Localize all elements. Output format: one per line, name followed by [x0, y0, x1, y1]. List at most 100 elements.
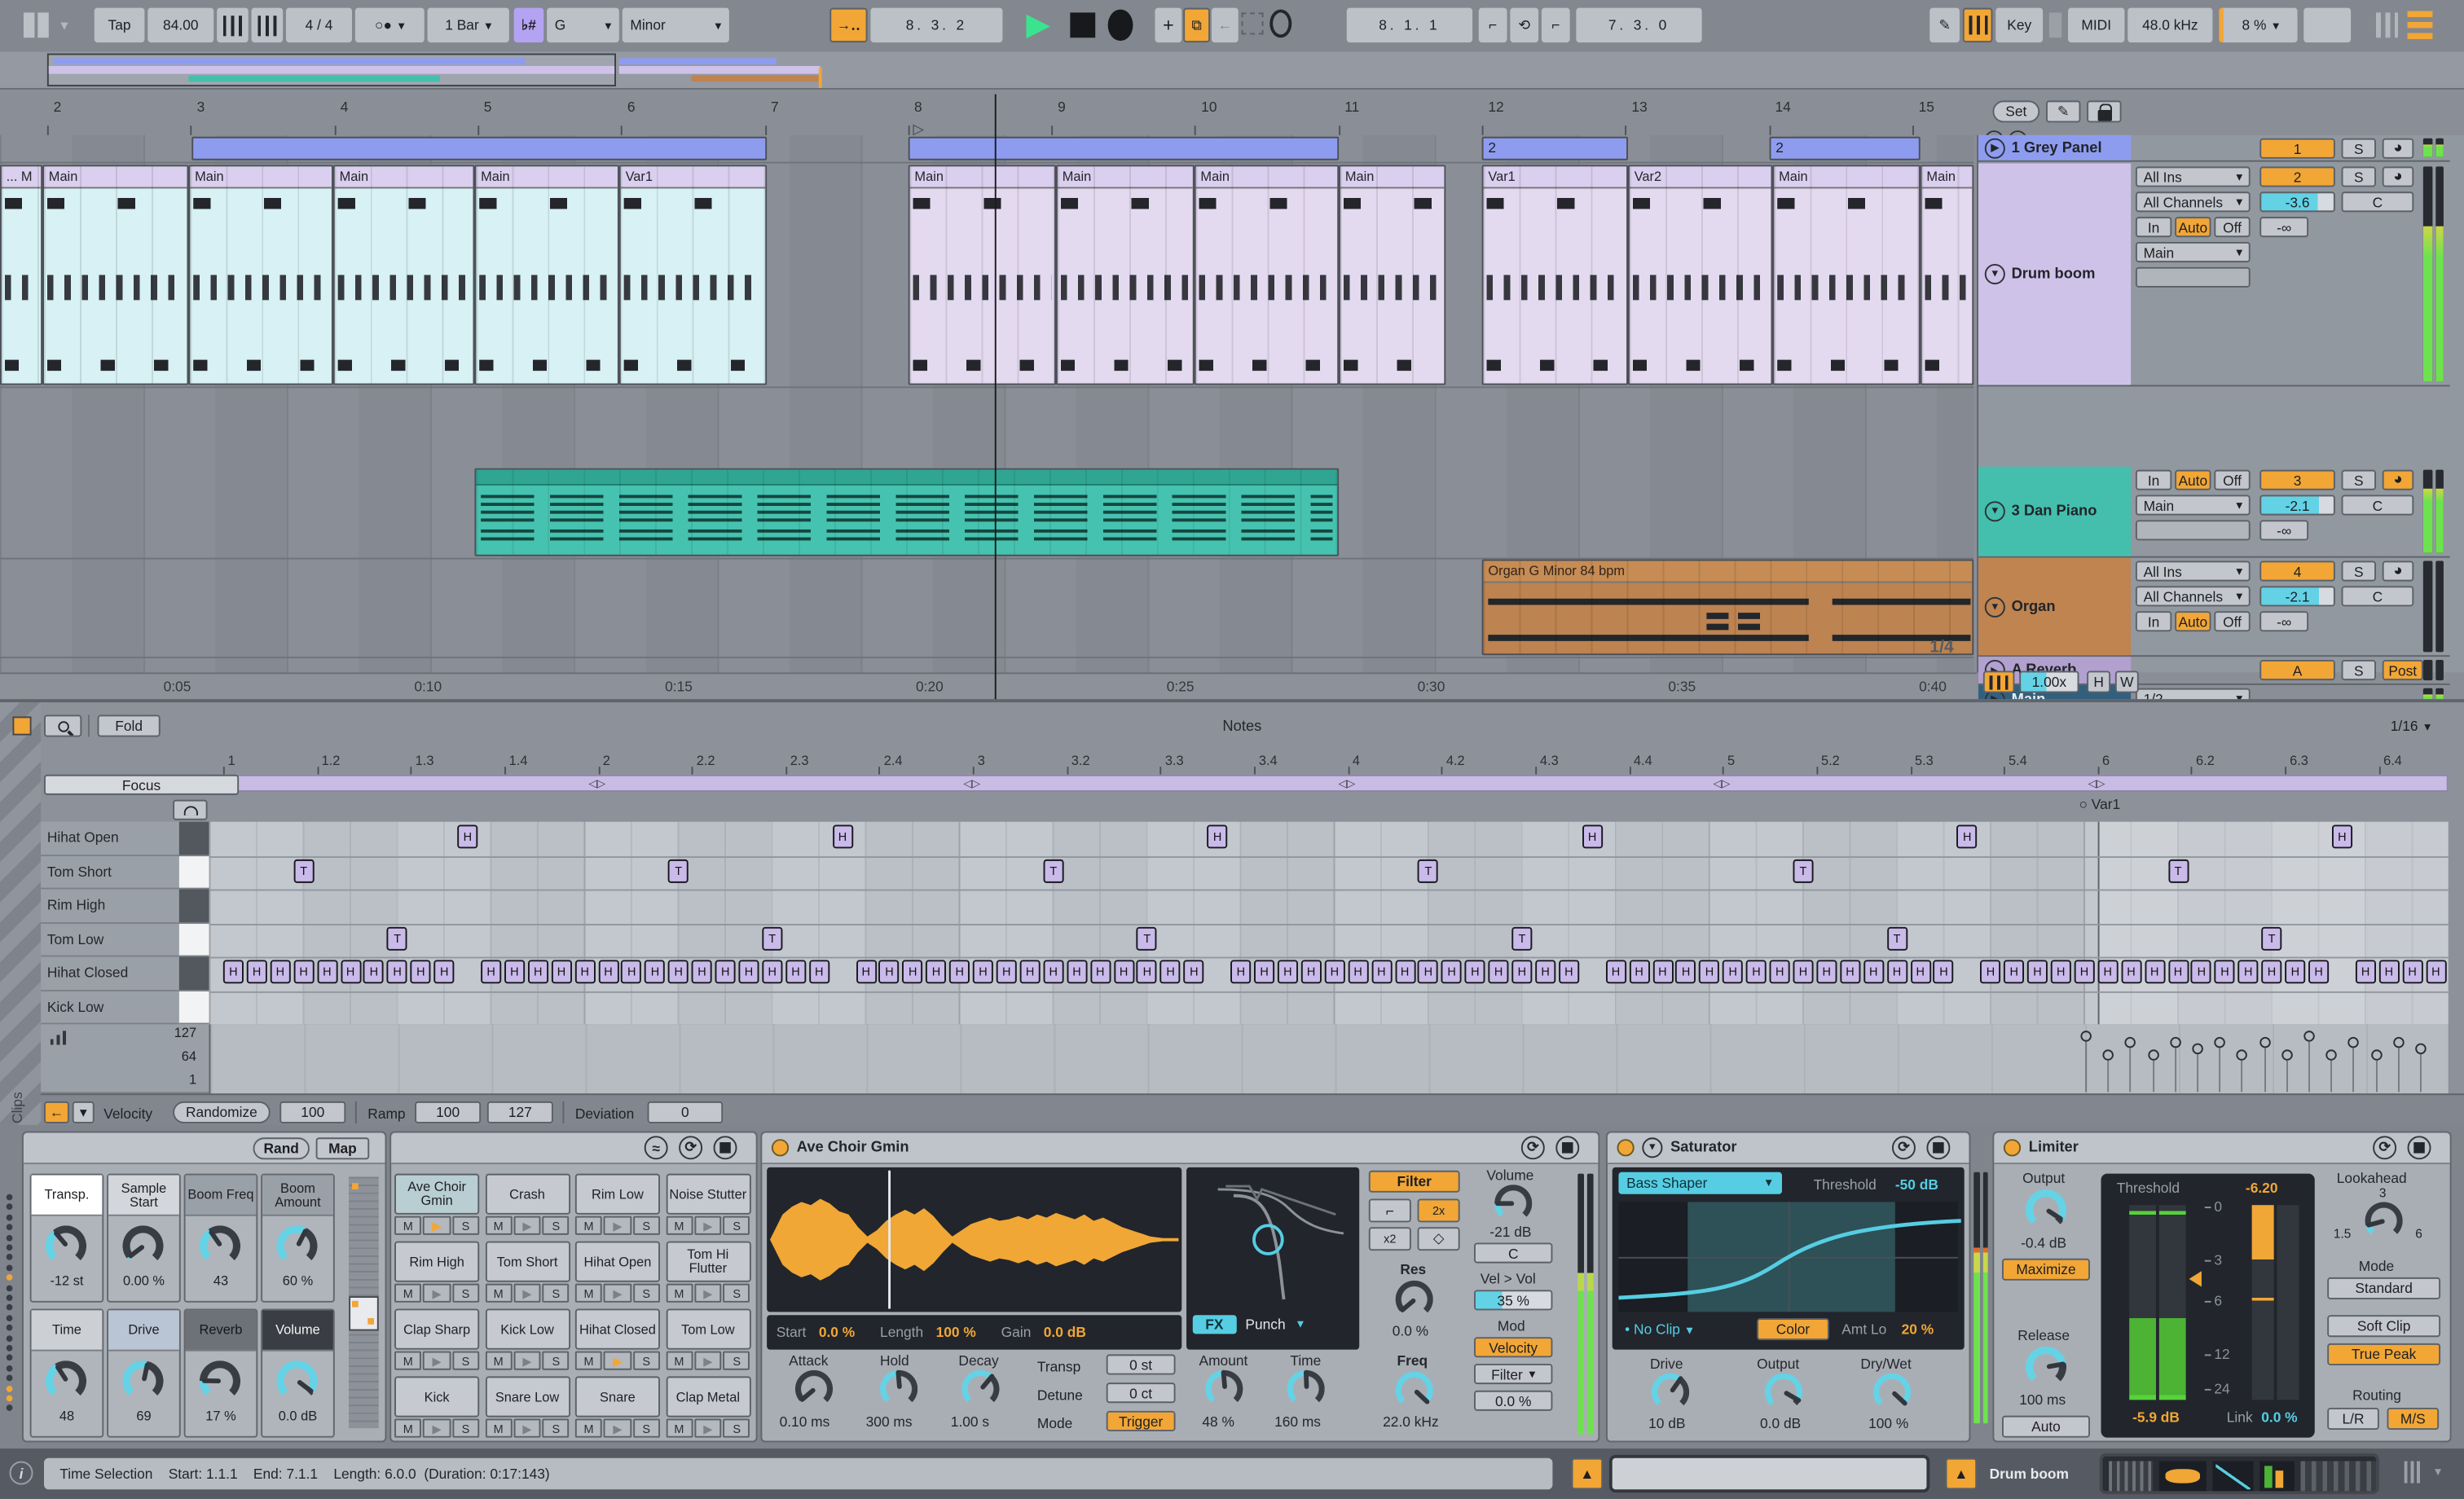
midi-note[interactable]: H — [2120, 960, 2142, 984]
key-map-button[interactable]: Key — [1995, 7, 2044, 43]
clip-drum-boom[interactable]: Var1 — [618, 165, 768, 385]
pad-solo-button[interactable]: S — [723, 1418, 750, 1438]
midi-note[interactable]: H — [621, 960, 642, 984]
midi-note[interactable]: H — [949, 960, 970, 984]
pad-play-button[interactable]: ▶ — [423, 1351, 451, 1370]
pad-mute-button[interactable]: M — [484, 1418, 513, 1438]
midi-note[interactable]: H — [410, 960, 431, 984]
pad-mute-button[interactable]: M — [394, 1215, 422, 1235]
midi-note[interactable]: H — [2167, 960, 2189, 984]
link-value[interactable]: 0.0 % — [2261, 1409, 2297, 1425]
midi-note[interactable]: H — [1207, 824, 1228, 849]
lock-envelopes-button[interactable] — [2087, 100, 2122, 123]
pad-play-button[interactable]: ▶ — [423, 1283, 451, 1303]
pad-overview-grid[interactable] — [349, 1176, 379, 1429]
loop-marker-icon[interactable]: ◁▷ — [1714, 778, 1731, 791]
midi-note[interactable]: H — [2378, 960, 2400, 984]
tempo-field[interactable]: 84.00 — [147, 7, 214, 43]
tap-tempo-button[interactable]: Tap — [94, 7, 145, 43]
solo-button[interactable]: S — [2341, 138, 2376, 159]
device-activator-led[interactable] — [2003, 1139, 2022, 1157]
solo-button[interactable]: S — [2341, 469, 2376, 490]
pad-solo-button[interactable]: S — [632, 1418, 660, 1438]
release-knob[interactable] — [2026, 1347, 2066, 1387]
sample-waveform-display[interactable] — [767, 1167, 1182, 1312]
midi-note[interactable]: H — [2285, 960, 2306, 984]
drum-pad-snare-low[interactable]: Snare Low — [484, 1376, 570, 1418]
clip-grey-panel[interactable]: 2 — [1769, 136, 1921, 160]
track-number-button[interactable]: 4 — [2259, 560, 2335, 582]
pad-solo-button[interactable]: S — [632, 1351, 660, 1370]
fx-mode-menu[interactable]: Punch — [1245, 1317, 1285, 1332]
fx-amount-knob[interactable] — [1205, 1369, 1243, 1408]
key-signature-button[interactable]: ♭# — [513, 7, 544, 43]
lane-key-cell[interactable] — [178, 855, 209, 890]
midi-note[interactable]: H — [2097, 960, 2119, 984]
midi-note[interactable]: H — [1113, 960, 1134, 984]
midi-note[interactable]: T — [1418, 858, 1439, 882]
pad-mute-button[interactable]: M — [665, 1283, 693, 1303]
midi-note[interactable]: H — [597, 960, 618, 984]
midi-note[interactable]: H — [293, 960, 315, 984]
threshold-handle-icon[interactable] — [2189, 1271, 2202, 1287]
pad-solo-button[interactable]: S — [451, 1351, 480, 1370]
midi-note[interactable]: H — [1699, 960, 1720, 984]
midi-note[interactable]: H — [902, 960, 923, 984]
loop-toggle[interactable]: ⟲ — [1510, 7, 1539, 43]
clip-drum-boom[interactable]: Main — [1772, 165, 1921, 385]
midi-note[interactable]: H — [1300, 960, 1322, 984]
decay-knob[interactable] — [961, 1370, 999, 1408]
macro-knob[interactable] — [46, 1361, 86, 1401]
arrangement-overview[interactable] — [0, 51, 2464, 90]
midi-note[interactable]: H — [222, 960, 244, 984]
drum-pad-rim-low[interactable]: Rim Low — [574, 1173, 660, 1215]
midi-note[interactable]: H — [2026, 960, 2048, 984]
monitor-off[interactable]: Off — [2214, 611, 2251, 632]
midi-note[interactable]: H — [270, 960, 291, 984]
track-header-1-grey-panel[interactable]: ▶ 1 Grey Panel 1 S ◕ — [1978, 134, 2450, 162]
link-icon2[interactable] — [37, 12, 49, 38]
drum-pad-crash[interactable]: Crash — [484, 1173, 570, 1215]
midi-map-button[interactable]: MIDI — [2067, 7, 2125, 43]
limiter-output-knob[interactable] — [2026, 1189, 2066, 1230]
midi-note[interactable]: T — [668, 858, 689, 882]
selection-box-icon[interactable] — [1241, 12, 1264, 35]
pad-mute-button[interactable]: M — [574, 1351, 603, 1370]
loop-marker-icon[interactable]: ◁▷ — [1339, 778, 1356, 791]
midi-note[interactable]: H — [1230, 960, 1252, 984]
clip-drum-boom[interactable]: Main — [1920, 165, 1974, 385]
solo-button[interactable]: S — [2341, 659, 2376, 681]
midi-note[interactable]: H — [1089, 960, 1111, 984]
arm-button[interactable]: ◕ — [2382, 138, 2414, 159]
amt-lo-value[interactable]: 20 % — [1902, 1321, 1934, 1337]
clip-drum-boom[interactable]: Main — [188, 165, 333, 385]
midi-note[interactable]: H — [504, 960, 525, 984]
midi-note[interactable]: T — [387, 925, 408, 950]
midi-note[interactable]: H — [574, 960, 596, 984]
volume-field[interactable]: -2.1 — [2259, 495, 2335, 516]
beat-time-ruler[interactable]: 2 3 4 5 6 7 8 9 10 11 12 13 14 15 — [0, 95, 1977, 135]
drum-pad-clap-sharp[interactable]: Clap Sharp — [394, 1308, 480, 1350]
midi-note[interactable]: H — [2144, 960, 2165, 984]
mixer-view-icon[interactable] — [2407, 11, 2433, 40]
pad-mute-button[interactable]: M — [484, 1215, 513, 1235]
clip-grey-panel[interactable] — [191, 136, 768, 160]
arm-button[interactable]: ◕ — [2382, 166, 2414, 187]
midi-note[interactable]: H — [1769, 960, 1790, 984]
punch-in-toggle[interactable]: ⌐ — [1478, 7, 1507, 43]
drum-rack-title-bar[interactable]: ≈ ⟳ — [391, 1132, 756, 1165]
back-to-arrangement-button[interactable]: ← — [1211, 7, 1239, 43]
arrangement-clip-area[interactable]: 22... MMainMainMainMainVar1MainMainMainM… — [0, 134, 1974, 717]
macro-knob[interactable] — [122, 1225, 163, 1266]
midi-note[interactable]: H — [316, 960, 337, 984]
arm-button[interactable]: ◕ — [2382, 560, 2414, 582]
deviation-field[interactable]: 0 — [647, 1101, 724, 1123]
midi-loop-bar[interactable] — [209, 774, 2449, 792]
map-button[interactable]: Map — [315, 1137, 370, 1160]
scale-name-menu[interactable]: Minor — [622, 7, 729, 43]
clip-drum-boom[interactable]: Main — [42, 165, 189, 385]
midi-note[interactable]: H — [1441, 960, 1463, 984]
monitor-off[interactable]: Off — [2214, 469, 2251, 490]
macro-knob[interactable] — [276, 1361, 317, 1401]
midi-note[interactable]: H — [1582, 824, 1603, 849]
